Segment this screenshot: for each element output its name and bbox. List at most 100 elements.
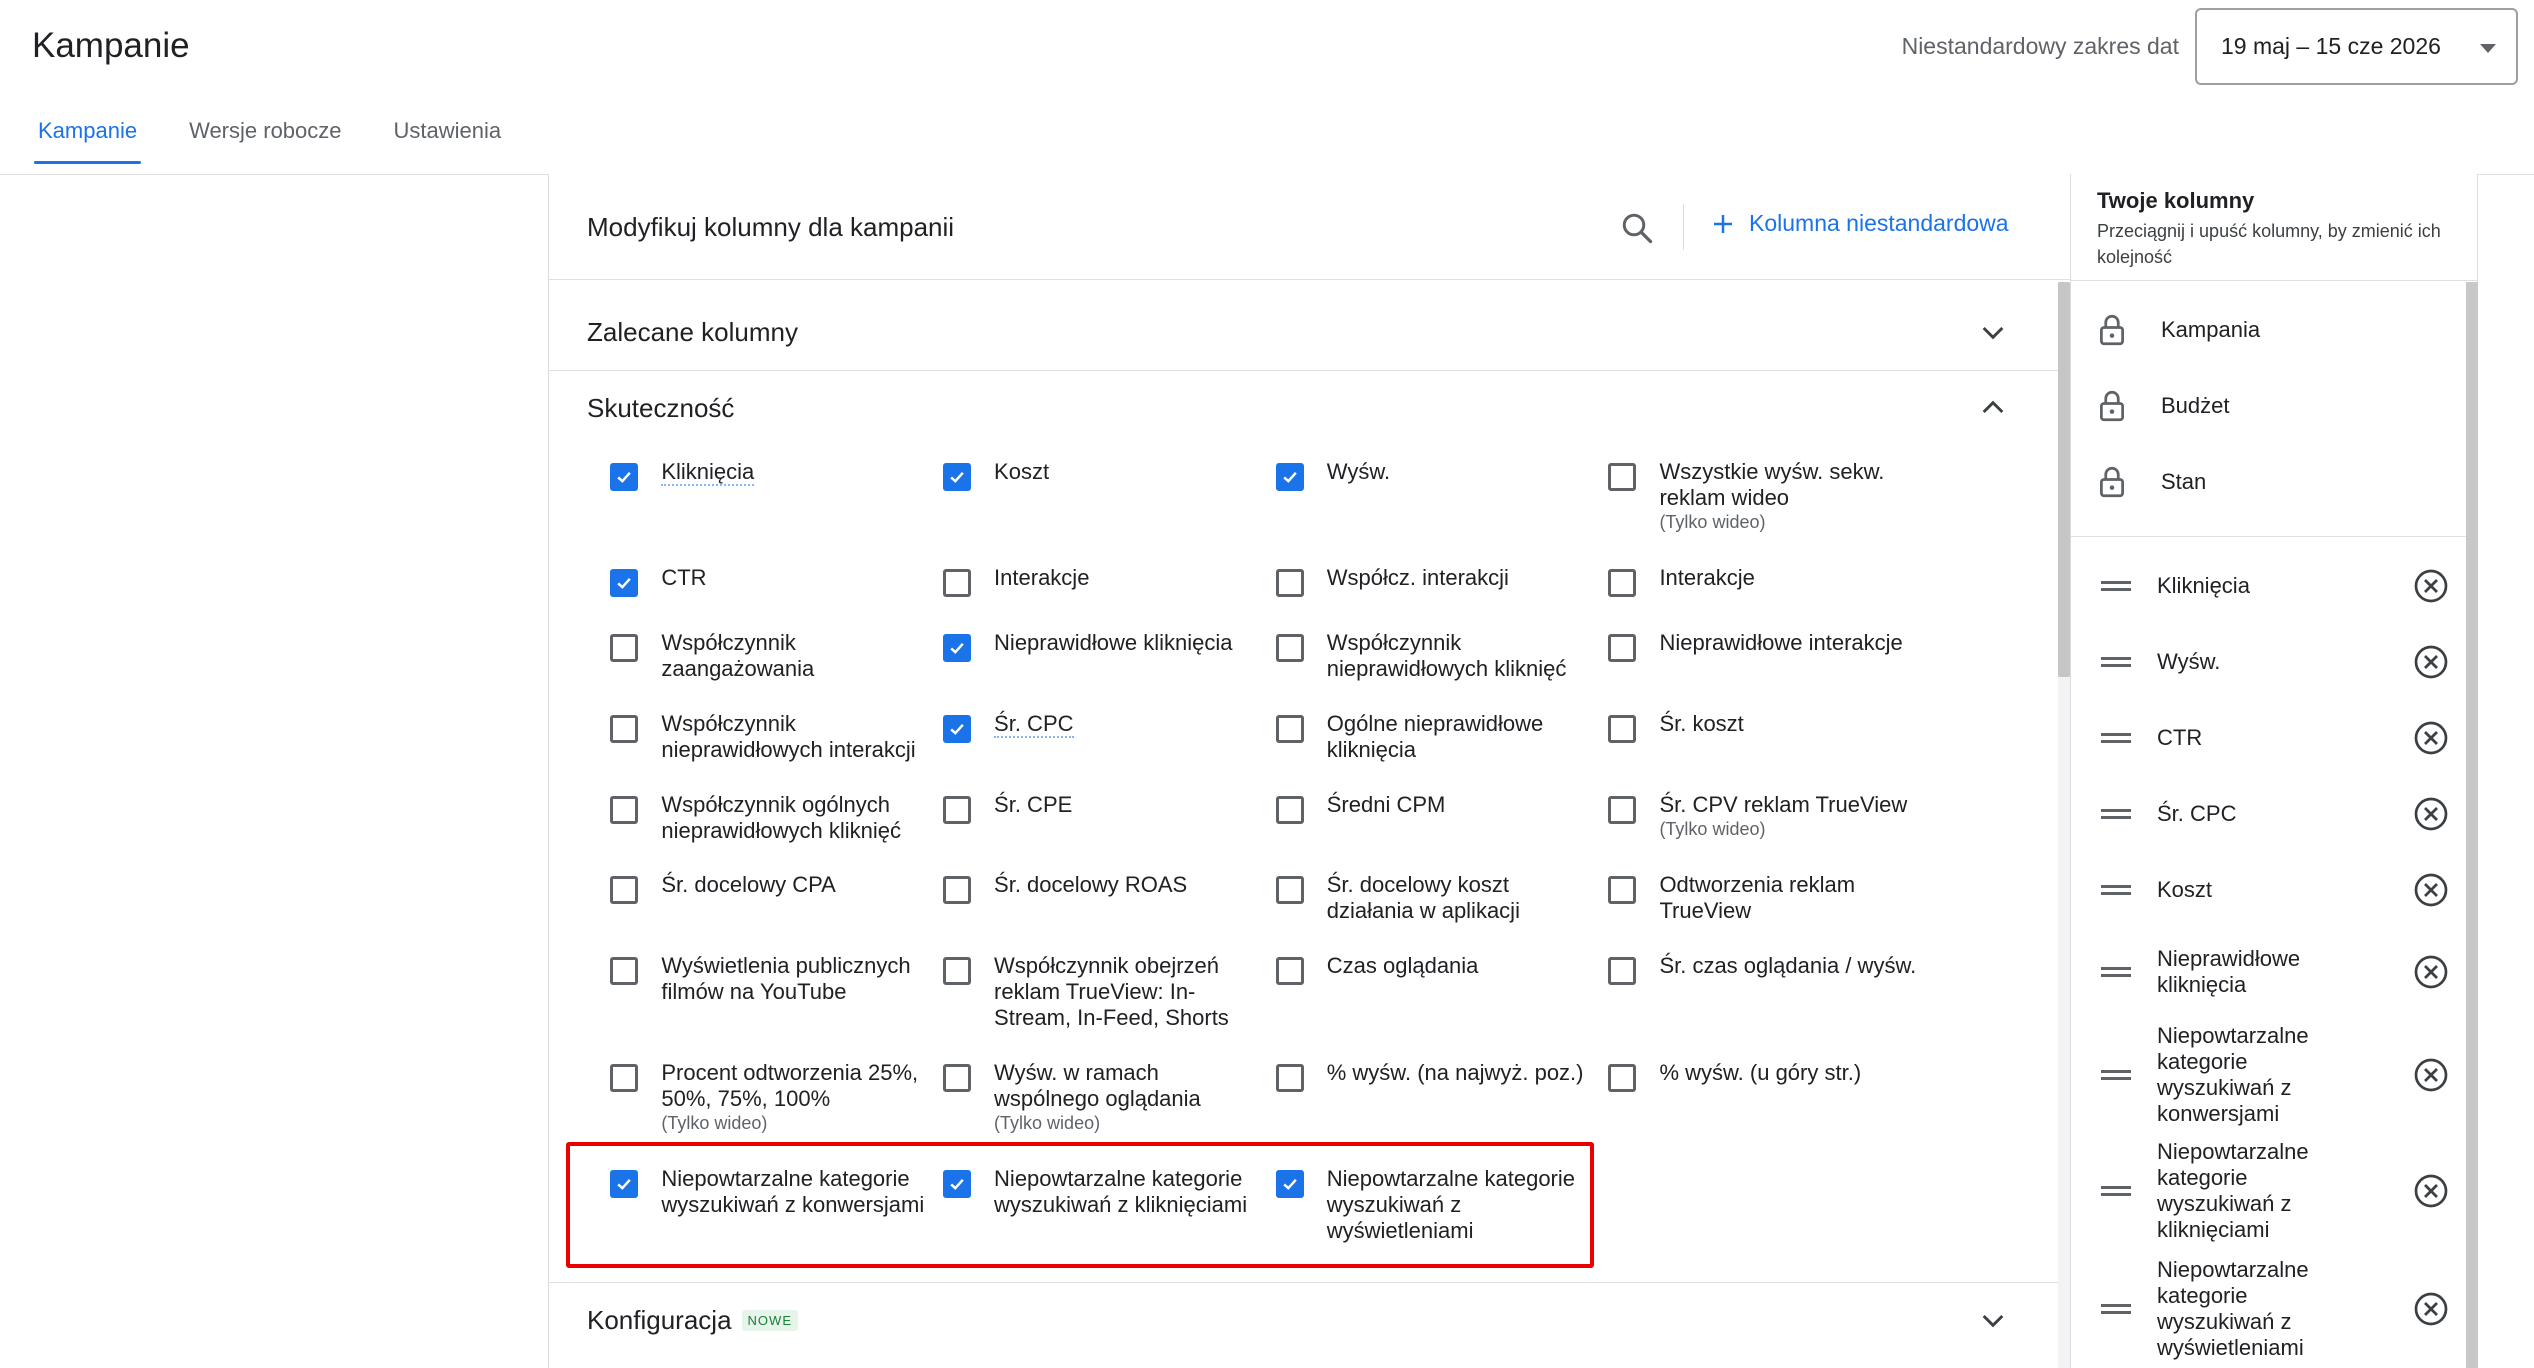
checkbox-unchecked[interactable] <box>610 795 639 824</box>
drag-handle-icon[interactable] <box>2101 731 2131 745</box>
column-checkbox-item[interactable]: Śr. koszt <box>1608 711 1928 743</box>
checkbox-checked[interactable] <box>610 462 639 491</box>
drag-handle-icon[interactable] <box>2101 655 2131 669</box>
main-scrollbar-thumb[interactable] <box>2058 282 2070 677</box>
remove-column-icon[interactable] <box>2413 720 2449 756</box>
checkbox-unchecked[interactable] <box>1608 795 1637 824</box>
drag-handle-icon[interactable] <box>2101 883 2131 897</box>
checkbox-unchecked[interactable] <box>1608 569 1637 598</box>
checkbox-unchecked[interactable] <box>943 795 972 824</box>
checkbox-checked[interactable] <box>1275 462 1304 491</box>
drag-handle-icon[interactable] <box>2101 965 2131 979</box>
checkbox-unchecked[interactable] <box>1275 569 1304 598</box>
remove-column-icon[interactable] <box>2413 1173 2449 1209</box>
column-checkbox-item[interactable]: Nieprawidłowe kliknięcia <box>943 630 1263 663</box>
checkbox-unchecked[interactable] <box>1275 957 1304 986</box>
column-checkbox-item[interactable]: Średni CPM <box>1275 792 1596 824</box>
section-performance[interactable]: Skuteczność <box>549 370 2059 446</box>
column-checkbox-item[interactable]: Wyśw. <box>1275 459 1596 491</box>
drag-handle-icon[interactable] <box>2101 1184 2131 1198</box>
remove-column-icon[interactable] <box>2413 796 2449 832</box>
checkbox-unchecked[interactable] <box>1608 1063 1637 1092</box>
checkbox-unchecked[interactable] <box>610 634 639 663</box>
columns-scrollbar-thumb[interactable] <box>2466 282 2478 1368</box>
column-checkbox-item[interactable]: CTR <box>610 565 930 598</box>
column-checkbox-item[interactable]: Koszt <box>943 459 1263 491</box>
column-checkbox-item[interactable]: Współczynnik nieprawidłowych interakcji <box>610 711 930 763</box>
column-checkbox-item[interactable]: Współczynnik zaangażowania <box>610 630 930 682</box>
remove-column-icon[interactable] <box>2413 644 2449 680</box>
checkbox-unchecked[interactable] <box>610 714 639 743</box>
checkbox-checked[interactable] <box>943 634 972 663</box>
checkbox-unchecked[interactable] <box>943 876 972 905</box>
column-checkbox-item[interactable]: Śr. czas oglądania / wyśw. <box>1608 953 1928 986</box>
section-recommended[interactable]: Zalecane kolumny <box>549 294 2059 370</box>
remove-column-icon[interactable] <box>2413 872 2449 908</box>
column-checkbox-item[interactable]: Interakcje <box>943 565 1263 598</box>
drag-handle-icon[interactable] <box>2101 1068 2131 1082</box>
selected-column-item[interactable]: Śr. CPC <box>2101 794 2461 834</box>
selected-column-item[interactable]: CTR <box>2101 718 2461 758</box>
drag-handle-icon[interactable] <box>2101 1302 2131 1316</box>
checkbox-unchecked[interactable] <box>1608 714 1637 743</box>
checkbox-unchecked[interactable] <box>943 569 972 598</box>
remove-column-icon[interactable] <box>2413 954 2449 990</box>
selected-column-item[interactable]: Niepowtarzalne kategorie wyszukiwań z wy… <box>2101 1254 2461 1364</box>
checkbox-unchecked[interactable] <box>610 1063 639 1092</box>
checkbox-unchecked[interactable] <box>1275 714 1304 743</box>
checkbox-unchecked[interactable] <box>1275 634 1304 663</box>
column-checkbox-item[interactable]: Nieprawidłowe interakcje <box>1608 630 1928 663</box>
column-checkbox-item[interactable]: Wszystkie wyśw. sekw. reklam wideo (Tylko… <box>1608 459 1928 533</box>
checkbox-unchecked[interactable] <box>1608 957 1637 986</box>
column-checkbox-item[interactable]: Ogólne nieprawidłowe kliknięcia <box>1275 711 1596 763</box>
checkbox-checked[interactable] <box>943 714 972 743</box>
checkbox-unchecked[interactable] <box>1275 876 1304 905</box>
remove-column-icon[interactable] <box>2413 1291 2449 1327</box>
column-checkbox-item[interactable]: Śr. CPC <box>943 710 1263 743</box>
selected-column-item[interactable]: Niepowtarzalne kategorie wyszukiwań z kl… <box>2101 1136 2461 1246</box>
checkbox-unchecked[interactable] <box>943 1063 972 1092</box>
section-configuration[interactable]: Konfiguracja NOWE <box>549 1282 2059 1358</box>
column-checkbox-item[interactable]: % wyśw. (u góry str.) <box>1608 1060 1928 1092</box>
checkbox-unchecked[interactable] <box>1275 1063 1304 1092</box>
checkbox-checked[interactable] <box>610 569 639 598</box>
selected-column-item[interactable]: Wyśw. <box>2101 642 2461 682</box>
custom-column-button[interactable]: Kolumna niestandardowa <box>1711 210 2009 237</box>
column-checkbox-item[interactable]: Śr. docelowy koszt działania w aplikacji <box>1275 872 1596 924</box>
checkbox-checked[interactable] <box>943 462 972 491</box>
column-checkbox-item[interactable]: Procent odtworzenia 25%, 50%, 75%, 100%(… <box>610 1060 930 1134</box>
column-checkbox-item[interactable]: % wyśw. (na najwyż. poz.) <box>1275 1060 1596 1092</box>
checkbox-unchecked[interactable] <box>610 876 639 905</box>
checkbox-unchecked[interactable] <box>1608 462 1637 491</box>
column-checkbox-item[interactable]: Współczynnik obejrzeń reklam TrueView: I… <box>943 953 1263 1031</box>
search-icon[interactable] <box>1619 210 1655 246</box>
column-checkbox-item[interactable]: Interakcje <box>1608 565 1928 598</box>
selected-column-item[interactable]: Kliknięcia <box>2101 566 2461 606</box>
selected-column-item[interactable]: Koszt <box>2101 870 2461 910</box>
tab-campaigns[interactable]: Kampanie <box>33 118 142 164</box>
checkbox-unchecked[interactable] <box>610 957 639 986</box>
tab-settings[interactable]: Ustawienia <box>394 118 502 164</box>
tab-drafts[interactable]: Wersje robocze <box>189 118 341 164</box>
column-checkbox-item[interactable]: Śr. docelowy ROAS <box>943 872 1263 905</box>
selected-column-item[interactable]: Nieprawidłowe kliknięcia <box>2101 944 2461 1000</box>
column-checkbox-item[interactable]: Współczynnik nieprawidłowych kliknięć <box>1275 630 1596 682</box>
checkbox-unchecked[interactable] <box>1275 795 1304 824</box>
column-checkbox-item[interactable]: Śr. docelowy CPA <box>610 872 930 905</box>
drag-handle-icon[interactable] <box>2101 579 2131 593</box>
drag-handle-icon[interactable] <box>2101 807 2131 821</box>
column-checkbox-item[interactable]: Śr. CPE <box>943 792 1263 824</box>
column-checkbox-item[interactable]: Czas oglądania <box>1275 953 1596 986</box>
date-range-picker[interactable]: 19 maj – 15 cze 2026 <box>2195 8 2518 85</box>
column-checkbox-item[interactable]: Wyśw. w ramach wspólnego oglądania (Tylko… <box>943 1060 1263 1134</box>
column-checkbox-item[interactable]: Współczynnik ogólnych nieprawidłowych kl… <box>610 792 930 844</box>
selected-column-item[interactable]: Niepowtarzalne kategorie wyszukiwań z ko… <box>2101 1020 2461 1130</box>
column-checkbox-item[interactable]: Wyświetlenia publicznych filmów na YouTu… <box>610 953 930 1005</box>
column-checkbox-item[interactable]: Współcz. interakcji <box>1275 565 1596 598</box>
remove-column-icon[interactable] <box>2413 1057 2449 1093</box>
checkbox-unchecked[interactable] <box>943 957 972 986</box>
remove-column-icon[interactable] <box>2413 568 2449 604</box>
column-checkbox-item[interactable]: Odtworzenia reklam TrueView <box>1608 872 1928 924</box>
checkbox-unchecked[interactable] <box>1608 876 1637 905</box>
column-checkbox-item[interactable]: Kliknięcia <box>610 458 930 491</box>
